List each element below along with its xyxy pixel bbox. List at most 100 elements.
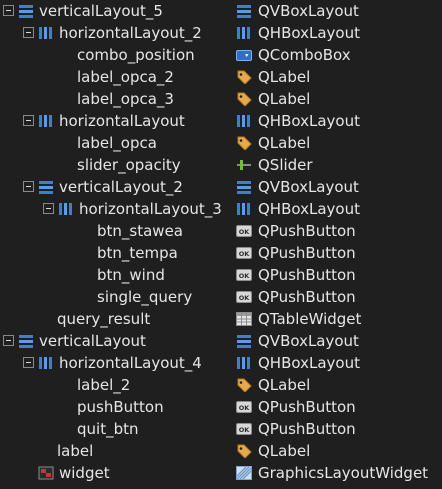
object-name-label: label_2 — [77, 376, 131, 394]
tree-row[interactable]: label QLabel — [0, 440, 442, 462]
vbox-layout-icon — [38, 180, 54, 194]
object-name-label: horizontalLayout — [59, 112, 185, 130]
tree-row[interactable]: single_query OK QPushButton — [0, 286, 442, 308]
object-name-cell: verticalLayout_2 — [0, 176, 236, 198]
push-button-icon: OK — [236, 224, 252, 238]
object-name-label: horizontalLayout_2 — [59, 24, 202, 42]
svg-text:OK: OK — [239, 272, 251, 280]
class-name-label: QLabel — [258, 68, 311, 86]
table-widget-icon — [236, 312, 252, 326]
vbox-layout-icon — [236, 4, 252, 18]
svg-text:OK: OK — [239, 294, 251, 302]
object-name-label: label — [57, 442, 94, 460]
hbox-layout-icon — [58, 202, 74, 216]
hbox-layout-icon — [38, 26, 54, 40]
vbox-layout-icon — [18, 334, 34, 348]
collapse-toggle-icon[interactable] — [3, 5, 14, 16]
object-name-cell: widget — [0, 462, 236, 484]
tree-row[interactable]: btn_tempa OK QPushButton — [0, 242, 442, 264]
hbox-layout-icon — [236, 356, 252, 370]
object-name-cell: btn_wind — [0, 264, 236, 286]
class-name-label: QHBoxLayout — [258, 112, 360, 130]
tree-row[interactable]: quit_btn OK QPushButton — [0, 418, 442, 440]
label-icon — [236, 70, 252, 84]
object-name-cell: btn_stawea — [0, 220, 236, 242]
hbox-layout-icon — [38, 114, 54, 128]
tree-row[interactable]: horizontalLayout QHBoxLayout — [0, 110, 442, 132]
class-name-label: GraphicsLayoutWidget — [258, 464, 429, 482]
graphics-layout-widget-icon — [236, 466, 252, 480]
tree-row[interactable]: combo_position QComboBox — [0, 44, 442, 66]
object-name-label: single_query — [97, 288, 193, 306]
object-name-cell: label_opca — [0, 132, 236, 154]
object-name-cell: pushButton — [0, 396, 236, 418]
object-name-cell: label_opca_2 — [0, 66, 236, 88]
push-button-icon: OK — [236, 400, 252, 414]
object-name-label: verticalLayout — [39, 332, 146, 350]
tree-row[interactable]: slider_opacity QSlider — [0, 154, 442, 176]
collapse-toggle-icon[interactable] — [23, 357, 34, 368]
vbox-layout-icon — [236, 334, 252, 348]
tree-row[interactable]: label_opca_3 QLabel — [0, 88, 442, 110]
object-name-label: horizontalLayout_4 — [59, 354, 202, 372]
collapse-toggle-icon[interactable] — [23, 115, 34, 126]
svg-text:OK: OK — [239, 426, 251, 434]
tree-row[interactable]: widget GraphicsLayoutWidget — [0, 462, 442, 484]
class-name-label: QVBoxLayout — [258, 178, 359, 196]
object-name-cell: horizontalLayout — [0, 110, 236, 132]
tree-row[interactable]: verticalLayout_5 QVBoxLayout — [0, 0, 442, 22]
object-name-label: verticalLayout_2 — [59, 178, 183, 196]
class-name-label: QLabel — [258, 90, 311, 108]
label-icon — [236, 136, 252, 150]
tree-row[interactable]: label_opca QLabel — [0, 132, 442, 154]
svg-text:OK: OK — [239, 250, 251, 258]
tree-row[interactable]: query_result QTableWidget — [0, 308, 442, 330]
object-name-cell: query_result — [0, 308, 236, 330]
tree-row[interactable]: horizontalLayout_2 QHBoxLayout — [0, 22, 442, 44]
class-name-label: QVBoxLayout — [258, 2, 359, 20]
class-name-label: QHBoxLayout — [258, 200, 360, 218]
class-name-label: QHBoxLayout — [258, 354, 360, 372]
object-name-label: label_opca — [77, 134, 157, 152]
class-name-label: QSlider — [258, 156, 313, 174]
collapse-toggle-icon[interactable] — [43, 203, 54, 214]
collapse-toggle-icon[interactable] — [3, 335, 14, 346]
object-name-cell: verticalLayout_5 — [0, 0, 236, 22]
object-name-label: horizontalLayout_3 — [79, 200, 222, 218]
tree-row[interactable]: verticalLayout_2 QVBoxLayout — [0, 176, 442, 198]
label-icon — [236, 92, 252, 106]
object-name-label: btn_tempa — [97, 244, 178, 262]
tree-row[interactable]: btn_wind OK QPushButton — [0, 264, 442, 286]
tree-row[interactable]: verticalLayout QVBoxLayout — [0, 330, 442, 352]
tree-row[interactable]: horizontalLayout_4 QHBoxLayout — [0, 352, 442, 374]
hbox-layout-icon — [236, 114, 252, 128]
vbox-layout-icon — [236, 180, 252, 194]
label-icon — [236, 444, 252, 458]
class-name-label: QPushButton — [258, 398, 356, 416]
class-name-label: QPushButton — [258, 266, 356, 284]
class-name-label: QLabel — [258, 134, 311, 152]
tree-row[interactable]: btn_stawea OK QPushButton — [0, 220, 442, 242]
collapse-toggle-icon[interactable] — [23, 181, 34, 192]
collapse-toggle-icon[interactable] — [23, 27, 34, 38]
object-name-cell: btn_tempa — [0, 242, 236, 264]
svg-text:OK: OK — [239, 228, 251, 236]
object-name-label: label_opca_2 — [77, 68, 174, 86]
object-name-cell: quit_btn — [0, 418, 236, 440]
class-name-label: QPushButton — [258, 288, 356, 306]
object-name-cell: horizontalLayout_4 — [0, 352, 236, 374]
object-name-label: slider_opacity — [77, 156, 181, 174]
object-inspector-tree[interactable]: verticalLayout_5 QVBoxLayout horizontalLay… — [0, 0, 442, 489]
tree-row[interactable]: label_opca_2 QLabel — [0, 66, 442, 88]
object-name-cell: single_query — [0, 286, 236, 308]
tree-row[interactable]: pushButton OK QPushButton — [0, 396, 442, 418]
svg-text:OK: OK — [239, 404, 251, 412]
object-name-label: label_opca_3 — [77, 90, 174, 108]
class-name-label: QPushButton — [258, 244, 356, 262]
tree-row[interactable]: horizontalLayout_3 QHBoxLayout — [0, 198, 442, 220]
object-name-label: query_result — [57, 310, 151, 328]
object-name-cell: combo_position — [0, 44, 236, 66]
object-name-cell: label — [0, 440, 236, 462]
tree-row[interactable]: label_2 QLabel — [0, 374, 442, 396]
object-name-cell: slider_opacity — [0, 154, 236, 176]
